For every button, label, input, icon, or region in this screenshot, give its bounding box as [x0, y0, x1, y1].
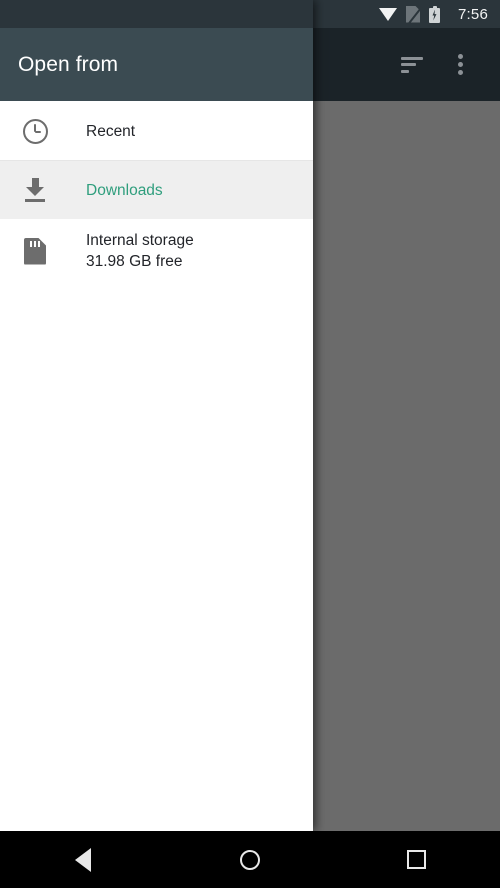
home-circle-icon: [239, 849, 260, 870]
sort-button[interactable]: [388, 41, 436, 89]
nav-recents-button[interactable]: [377, 831, 457, 888]
sidebar-item-downloads[interactable]: Downloads: [0, 161, 313, 219]
overflow-menu-icon: [457, 54, 463, 75]
android-screen: 7:56 Open from Recent Downloads Internal…: [0, 0, 500, 888]
wifi-icon: [379, 7, 397, 21]
drawer-item-list: Recent Downloads Internal storage 31.98 …: [0, 101, 313, 283]
drawer-header: Open from: [0, 28, 313, 101]
recents-square-icon: [407, 850, 427, 869]
nav-back-button[interactable]: [43, 831, 123, 888]
system-nav-bar: [0, 831, 500, 888]
sidebar-item-internal-storage[interactable]: Internal storage 31.98 GB free: [0, 219, 313, 283]
navigation-drawer: Open from Recent Downloads Internal stor…: [0, 0, 313, 831]
sidebar-item-recent[interactable]: Recent: [0, 102, 313, 160]
sidebar-item-internal-storage-text: Internal storage 31.98 GB free: [86, 230, 194, 272]
sort-icon: [401, 56, 423, 73]
drawer-status-bar-spacer: [0, 0, 313, 28]
status-bar-icons: 7:56: [379, 5, 488, 24]
clock-icon: [18, 116, 52, 146]
battery-charging-icon: [429, 5, 440, 23]
sidebar-item-label: Downloads: [86, 181, 163, 199]
back-triangle-icon: [75, 847, 92, 872]
overflow-menu-button[interactable]: [436, 41, 484, 89]
sidebar-item-label: Recent: [86, 122, 136, 140]
sidebar-item-downloads-text: Downloads: [86, 180, 163, 201]
sidebar-item-label: Internal storage: [86, 232, 194, 249]
sidebar-item-recent-text: Recent: [86, 121, 135, 142]
page-title: Open from: [18, 52, 119, 76]
no-sim-icon: [406, 5, 423, 24]
download-icon: [18, 175, 52, 205]
sd-card-icon: [18, 236, 52, 266]
sidebar-item-sublabel: 31.98 GB free: [86, 253, 183, 270]
nav-home-button[interactable]: [210, 831, 290, 888]
status-bar-clock: 7:56: [458, 5, 488, 23]
